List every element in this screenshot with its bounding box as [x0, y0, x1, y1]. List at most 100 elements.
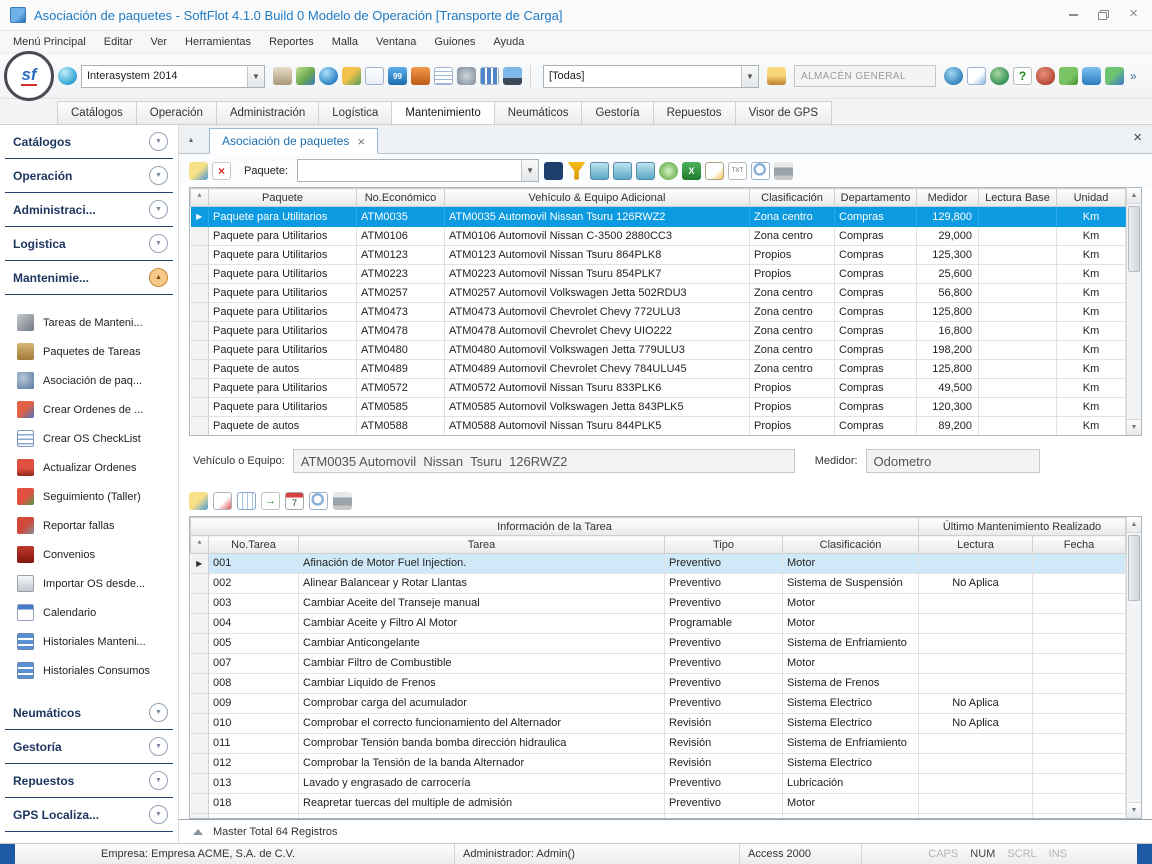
section-toggle-icon[interactable]	[149, 771, 168, 790]
section-toggle-icon[interactable]	[149, 132, 168, 151]
company-select[interactable]: Interasystem 2014	[81, 65, 265, 88]
clear-icon[interactable]: ×	[212, 162, 231, 180]
world-icon[interactable]	[944, 67, 963, 85]
sidebar-item[interactable]: Importar OS desde...	[0, 569, 178, 598]
column-header[interactable]: Tarea	[299, 536, 665, 554]
table-row[interactable]: Paquete para Utilitarios ATM0223 ATM0223…	[191, 265, 1126, 284]
flag-icon[interactable]	[1059, 67, 1078, 85]
print-icon[interactable]	[774, 162, 793, 180]
scroll-down-icon[interactable]	[1127, 419, 1141, 435]
splitter-grip-icon[interactable]	[193, 829, 203, 835]
sidebar-section[interactable]: Logistica	[5, 227, 173, 261]
section-toggle-icon[interactable]	[149, 166, 168, 185]
menu-item[interactable]: Menú Principal	[4, 31, 95, 53]
chevron-down-icon[interactable]	[521, 160, 538, 181]
txt-icon[interactable]: TXT	[728, 162, 747, 180]
search-page-icon[interactable]	[967, 67, 986, 85]
table-row[interactable]: 020 Revisar estado de la suspensión Revi…	[191, 814, 1126, 819]
menu-item[interactable]: Ventana	[367, 31, 425, 53]
sidebar-item[interactable]: Paquetes de Tareas	[0, 337, 178, 366]
calendar-icon[interactable]: 7	[285, 492, 304, 510]
warehouse-field[interactable]: ALMACÉN GENERAL	[794, 65, 936, 87]
chevron-down-icon[interactable]	[247, 66, 264, 87]
table-row[interactable]: Paquete para Utilitarios ATM0123 ATM0123…	[191, 246, 1126, 265]
refresh-y-icon[interactable]	[189, 162, 208, 180]
table-row[interactable]: 010 Comprobar el correcto funcionamiento…	[191, 714, 1126, 734]
table-row[interactable]: Paquete para Utilitarios ATM0473 ATM0473…	[191, 303, 1126, 322]
column-header[interactable]: Unidad	[1057, 189, 1126, 207]
module-tab[interactable]: Neumáticos	[494, 101, 583, 124]
column-header[interactable]: Medidor	[917, 189, 979, 207]
sidebar-item[interactable]: Asociación de paq...	[0, 366, 178, 395]
messages-icon[interactable]: 99	[388, 67, 407, 85]
menu-item[interactable]: Ayuda	[484, 31, 533, 53]
table-row[interactable]: 004 Cambiar Aceite y Filtro Al Motor Pro…	[191, 614, 1126, 634]
table-row[interactable]: 012 Comprobar la Tensión de la banda Alt…	[191, 754, 1126, 774]
sidebar-section[interactable]: Mantenimie...	[5, 261, 173, 295]
table-row[interactable]: 009 Comprobar carga del acumulador Preve…	[191, 694, 1126, 714]
feedback-icon[interactable]	[1082, 67, 1101, 85]
table-row[interactable]: 013 Lavado y engrasado de carrocería Pre…	[191, 774, 1126, 794]
scroll-up-icon[interactable]	[1127, 517, 1141, 533]
sidebar-item[interactable]: Calendario	[0, 598, 178, 627]
tree-group-icon[interactable]	[590, 162, 609, 180]
table-row[interactable]: Paquete para Utilitarios ATM0257 ATM0257…	[191, 284, 1126, 303]
table-row[interactable]: Paquete para Utilitarios ATM0478 ATM0478…	[191, 322, 1126, 341]
bug-icon[interactable]	[1036, 67, 1055, 85]
sidebar-item[interactable]: Historiales Consumos	[0, 656, 178, 685]
menu-item[interactable]: Reportes	[260, 31, 323, 53]
table-row[interactable]: 011 Comprobar Tensión banda bomba direcc…	[191, 734, 1126, 754]
table-row[interactable]: 018 Reapretar tuercas del multiple de ad…	[191, 794, 1126, 814]
section-toggle-icon[interactable]	[149, 703, 168, 722]
list-icon[interactable]	[434, 67, 453, 85]
globe-icon[interactable]	[319, 67, 338, 85]
sidebar-section[interactable]: Neumáticos	[5, 696, 173, 730]
close-document-button[interactable]	[1133, 129, 1142, 146]
tab-close-icon[interactable]	[357, 134, 365, 149]
sidebar-item[interactable]: Seguimiento (Taller)	[0, 482, 178, 511]
menu-item[interactable]: Editar	[95, 31, 142, 53]
table-row[interactable]: Paquete para Utilitarios ATM0480 ATM0480…	[191, 341, 1126, 360]
menu-item[interactable]: Herramientas	[176, 31, 260, 53]
tree-collapse-icon[interactable]	[636, 162, 655, 180]
column-header[interactable]: No.Tarea	[209, 536, 299, 554]
table-row[interactable]: 002 Alinear Balancear y Rotar Llantas Pr…	[191, 574, 1126, 594]
scroll-down-icon[interactable]	[1127, 802, 1141, 818]
column-header[interactable]: Clasificación	[783, 536, 919, 554]
sidebar-item[interactable]: Reportar fallas	[0, 511, 178, 540]
close-button[interactable]	[1129, 9, 1138, 21]
table-row[interactable]: Paquete para Utilitarios ATM0572 ATM0572…	[191, 379, 1126, 398]
toolbar-overflow-button[interactable]: »	[1130, 69, 1137, 83]
gear-icon[interactable]	[457, 67, 476, 85]
preview-icon[interactable]	[751, 162, 770, 180]
menu-item[interactable]: Ver	[142, 31, 177, 53]
binoculars-icon[interactable]	[544, 162, 563, 180]
world-help-icon[interactable]	[990, 67, 1009, 85]
help-icon[interactable]: ?	[1013, 67, 1032, 85]
document-tab[interactable]: Asociación de paquetes	[209, 128, 378, 154]
excel-icon[interactable]: X	[682, 162, 701, 180]
sidebar-item[interactable]: Convenios	[0, 540, 178, 569]
table-row[interactable]: Paquete para Utilitarios ATM0585 ATM0585…	[191, 398, 1126, 417]
table-row[interactable]: 001 Afinación de Motor Fuel Injection. P…	[191, 554, 1126, 574]
edit-icon[interactable]	[213, 492, 232, 510]
sidebar-section[interactable]: Catálogos	[5, 125, 173, 159]
table-row[interactable]: Paquete para Utilitarios ATM0106 ATM0106…	[191, 227, 1126, 246]
column-header[interactable]: Clasificación	[750, 189, 835, 207]
sidebar-item[interactable]: Actualizar Ordenes	[0, 453, 178, 482]
minimize-button[interactable]	[1069, 14, 1078, 16]
table-row[interactable]: Paquete de autos ATM0588 ATM0588 Automov…	[191, 417, 1126, 436]
scroll-thumb[interactable]	[1128, 206, 1140, 272]
detail-grid-scrollbar[interactable]	[1126, 517, 1141, 818]
sidebar-section[interactable]: GPS Localiza...	[5, 798, 173, 832]
column-header[interactable]: Paquete	[209, 189, 357, 207]
section-toggle-icon[interactable]	[149, 234, 168, 253]
table-row[interactable]: 005 Cambiar Anticongelante Preventivo Si…	[191, 634, 1126, 654]
sidebar-section[interactable]: Administraci...	[5, 193, 173, 227]
refresh-y-icon[interactable]	[189, 492, 208, 510]
table-row[interactable]: 007 Cambiar Filtro de Combustible Preven…	[191, 654, 1126, 674]
export-arrow-icon[interactable]: →	[261, 492, 280, 510]
collapse-tab-area-button[interactable]	[183, 132, 199, 148]
meter-field[interactable]: Odometro	[866, 449, 1040, 473]
sidebar-item[interactable]: Historiales Manteni...	[0, 627, 178, 656]
